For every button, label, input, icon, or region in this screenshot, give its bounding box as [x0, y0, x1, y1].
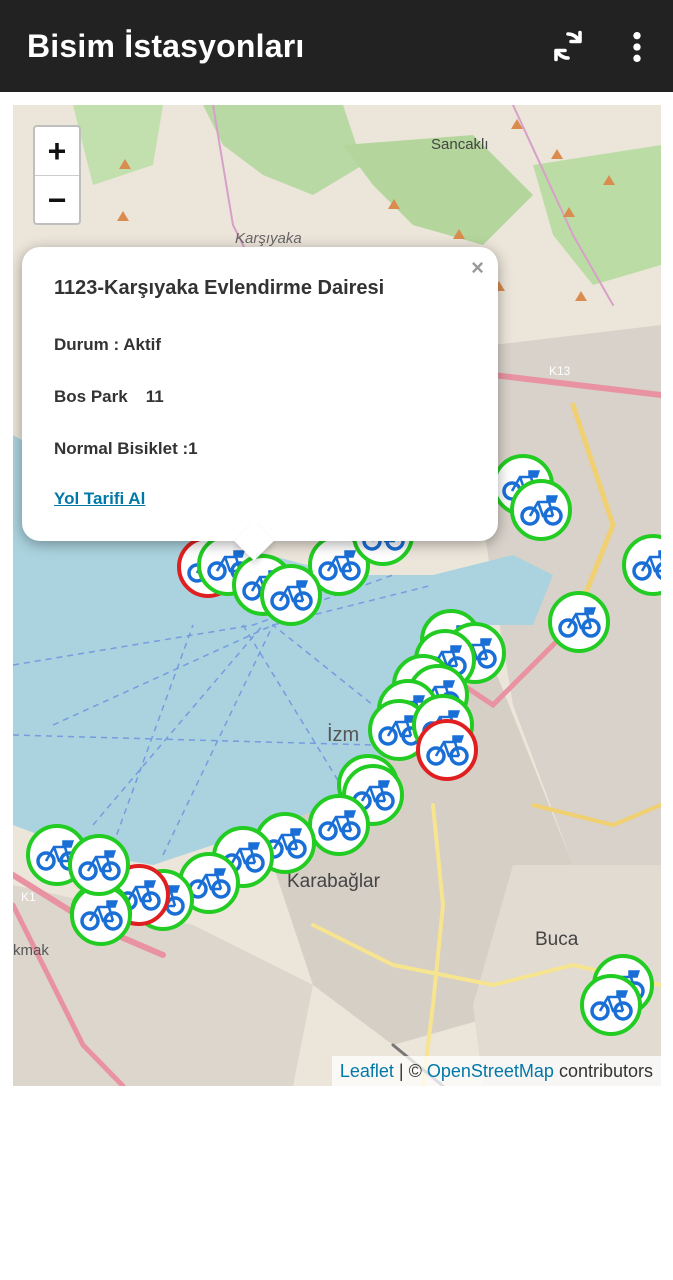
station-marker[interactable] [260, 564, 322, 626]
refresh-icon[interactable] [550, 28, 586, 64]
osm-link[interactable]: OpenStreetMap [427, 1061, 554, 1081]
zoom-control: + − [33, 125, 81, 225]
station-marker[interactable] [416, 719, 478, 781]
station-marker[interactable] [68, 834, 130, 896]
station-marker[interactable] [580, 974, 642, 1036]
popup-bos-park: Bos Park 11 [54, 387, 164, 407]
bos-park-value: 11 [145, 387, 164, 406]
leaflet-link[interactable]: Leaflet [340, 1061, 394, 1081]
place-label-karsiyaka: Karşıyaka [235, 230, 302, 247]
road-label-k13: K13 [549, 364, 571, 378]
popup-status: Durum : Aktif [54, 335, 162, 354]
map-view[interactable]: Sancaklı Karşıyaka İzm Karabağlar Buca k… [13, 105, 661, 1086]
zoom-out-button[interactable]: − [35, 176, 79, 224]
place-label-sancakli: Sancaklı [431, 136, 489, 153]
attribution-suffix: contributors [553, 1061, 653, 1081]
directions-link[interactable]: Yol Tarifi Al [54, 489, 145, 509]
place-label-kmak: kmak [13, 942, 49, 959]
popup-close-button[interactable]: × [471, 255, 484, 281]
bos-park-label: Bos Park [54, 387, 128, 406]
station-popup: × 1123-Karşıyaka Evlendirme Dairesi Duru… [22, 247, 498, 561]
station-marker[interactable] [308, 794, 370, 856]
station-marker[interactable] [548, 591, 610, 653]
map-attribution: Leaflet | © OpenStreetMap contributors [331, 1056, 661, 1086]
popup-title: 1123-Karşıyaka Evlendirme Dairesi [54, 277, 385, 299]
popup-normal-bike: Normal Bisiklet :1 [54, 439, 198, 458]
zoom-in-button[interactable]: + [35, 127, 79, 176]
station-marker[interactable] [510, 479, 572, 541]
attribution-sep: | © [393, 1061, 427, 1081]
road-label-k1: K1 [21, 890, 36, 904]
app-title: Bisim İstasyonları [27, 28, 305, 64]
place-label-izmir: İzm [327, 723, 359, 746]
place-label-buca: Buca [535, 929, 579, 950]
place-label-karabaglar: Karabağlar [287, 871, 381, 892]
app-bar: Bisim İstasyonları [0, 0, 673, 92]
more-vert-icon[interactable] [626, 30, 648, 64]
